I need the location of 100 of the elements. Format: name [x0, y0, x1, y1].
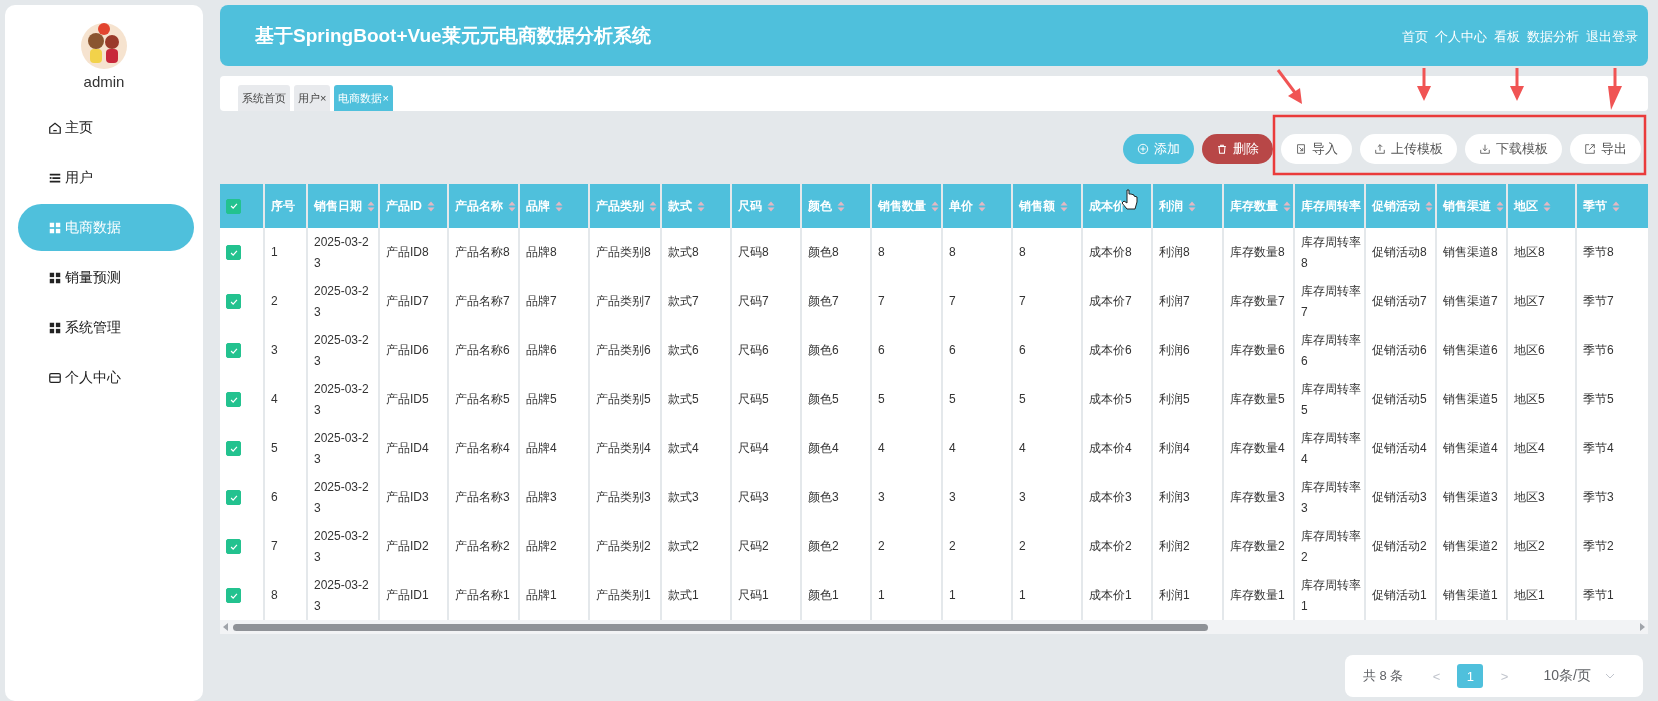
menu-item[interactable]: 个人中心 [18, 354, 194, 401]
column-header[interactable]: 颜色 [801, 184, 871, 228]
table-cell-text: 利润4 [1159, 440, 1190, 457]
column-header[interactable]: 成本价 [1082, 184, 1152, 228]
scroll-right-icon[interactable] [1639, 623, 1645, 631]
nav-link[interactable]: 首页 [1402, 27, 1428, 46]
column-header[interactable]: 销售数量 [871, 184, 942, 228]
sort-icon[interactable] [1612, 200, 1620, 212]
row-checkbox[interactable] [226, 588, 241, 604]
sort-icon[interactable] [1543, 200, 1551, 212]
tab[interactable]: 系统首页 [238, 85, 290, 111]
column-header[interactable]: 产品类别 [589, 184, 661, 228]
table-cell-text: 5 [1019, 391, 1026, 408]
tab[interactable]: 电商数据× [334, 85, 393, 111]
sort-icon[interactable] [1188, 200, 1196, 212]
toolbar-button[interactable]: 添加 [1123, 133, 1194, 164]
sort-icon[interactable] [978, 200, 986, 212]
table-cell-text: 3 [271, 342, 278, 359]
sort-icon[interactable] [367, 200, 375, 212]
row-checkbox[interactable] [226, 245, 241, 261]
tab[interactable]: 用户× [294, 85, 331, 111]
toolbar-button[interactable]: 导入 [1281, 133, 1352, 164]
column-header[interactable]: 地区 [1507, 184, 1576, 228]
table-cell-text: 促销活动4 [1372, 440, 1427, 457]
table-cell-text: 7 [1019, 293, 1026, 310]
table-cell-text: 库存周转率1 [1301, 576, 1362, 615]
column-header[interactable]: 库存数量 [1223, 184, 1294, 228]
column-header[interactable]: 促销活动 [1365, 184, 1436, 228]
table-cell-text: 品牌2 [526, 538, 557, 555]
toolbar-button[interactable]: 导出 [1570, 133, 1641, 164]
menu-item[interactable]: 电商数据 [18, 204, 194, 251]
table-cell-text: 促销活动7 [1372, 293, 1427, 310]
sort-icon[interactable] [508, 200, 516, 212]
menu-item[interactable]: 系统管理 [18, 304, 194, 351]
nav-link[interactable]: 个人中心 [1435, 27, 1487, 46]
row-checkbox[interactable] [226, 343, 241, 359]
column-header[interactable]: 款式 [661, 184, 731, 228]
upload-icon [1374, 142, 1386, 155]
row-checkbox[interactable] [226, 392, 241, 408]
menu-item[interactable]: 用户 [18, 154, 194, 201]
page-number[interactable]: 1 [1457, 664, 1484, 688]
table-cell-text: 2 [271, 293, 278, 310]
sort-icon[interactable] [1060, 200, 1068, 212]
table-cell-text: 2025-03-23 [314, 478, 370, 517]
total-count: 共 8 条 [1363, 667, 1404, 685]
scroll-thumb[interactable] [233, 623, 1208, 631]
row-checkbox[interactable] [226, 441, 241, 457]
column-header[interactable]: 品牌 [519, 184, 589, 228]
nav-link[interactable]: 退出登录 [1586, 27, 1638, 46]
column-header[interactable]: 尺码 [731, 184, 801, 228]
table-cell-text: 款式5 [668, 391, 699, 408]
avatar [81, 23, 127, 69]
column-header[interactable]: 产品ID [379, 184, 448, 228]
scroll-left-icon[interactable] [223, 623, 229, 631]
prev-page-button[interactable]: < [1423, 668, 1450, 684]
sort-icon[interactable] [1425, 200, 1433, 212]
sort-icon[interactable] [837, 200, 845, 212]
table-cell-text: 2025-03-23 [314, 380, 370, 419]
toolbar-button[interactable]: 上传模板 [1360, 133, 1457, 164]
horizontal-scrollbar[interactable] [220, 620, 1648, 634]
table-cell-text: 库存周转率7 [1301, 282, 1362, 321]
nav-link[interactable]: 数据分析 [1527, 27, 1579, 46]
column-header[interactable]: 利润 [1152, 184, 1223, 228]
sort-icon[interactable] [427, 200, 435, 212]
sort-icon[interactable] [767, 200, 775, 212]
table-cell-text: 利润5 [1159, 391, 1190, 408]
table-cell-text: 尺码1 [738, 587, 769, 604]
table-cell-text: 库存周转率8 [1301, 233, 1362, 272]
table-cell-text: 5 [949, 391, 956, 408]
column-header[interactable]: 库存周转率 [1294, 184, 1365, 228]
sort-icon[interactable] [1496, 200, 1504, 212]
table-cell-text: 4 [1019, 440, 1026, 457]
column-header[interactable]: 销售日期 [307, 184, 379, 228]
toolbar-button[interactable]: 下载模板 [1465, 133, 1562, 164]
column-header[interactable]: 单价 [942, 184, 1012, 228]
sort-icon[interactable] [649, 200, 657, 212]
next-page-button[interactable]: > [1491, 668, 1518, 684]
row-checkbox[interactable] [226, 490, 241, 506]
table-cell-text: 产品名称7 [455, 293, 510, 310]
column-header[interactable]: 销售渠道 [1436, 184, 1507, 228]
sort-icon[interactable] [931, 200, 939, 212]
toolbar-button[interactable]: 删除 [1202, 133, 1273, 164]
nav-link[interactable]: 看板 [1494, 27, 1520, 46]
sort-icon[interactable] [697, 200, 705, 212]
row-checkbox[interactable] [226, 539, 241, 555]
column-header[interactable]: 销售额 [1012, 184, 1082, 228]
sort-icon[interactable] [1283, 200, 1291, 212]
select-all-checkbox[interactable] [226, 198, 241, 214]
table-cell-text: 尺码4 [738, 440, 769, 457]
table-cell-text: 颜色2 [808, 538, 839, 555]
table-cell-text: 促销活动3 [1372, 489, 1427, 506]
page-size-select[interactable]: 10条/页 [1543, 667, 1615, 685]
menu-item[interactable]: 主页 [18, 104, 194, 151]
menu-item[interactable]: 销量预测 [18, 254, 194, 301]
row-checkbox[interactable] [226, 294, 241, 310]
sort-icon[interactable] [555, 200, 563, 212]
column-header[interactable]: 序号 [264, 184, 307, 228]
column-header[interactable]: 产品名称 [448, 184, 519, 228]
column-header[interactable]: 季节 [1576, 184, 1648, 228]
table-cell-text: 库存数量1 [1230, 587, 1285, 604]
